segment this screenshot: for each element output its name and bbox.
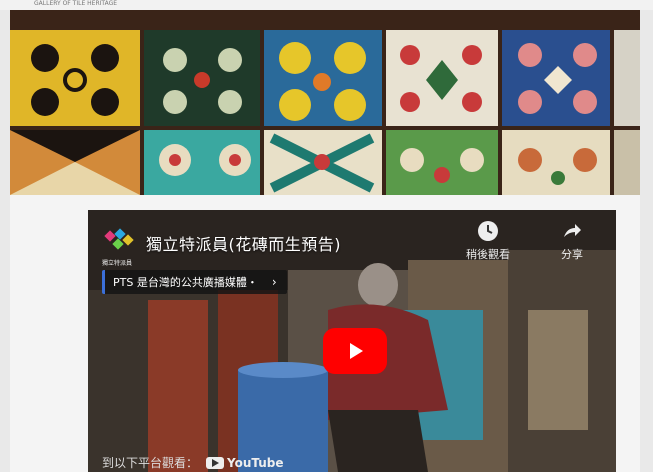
tile-cream-flower — [502, 130, 610, 195]
video-title[interactable]: 獨立特派員(花磚而生預告) — [146, 231, 341, 255]
tile-green-red — [386, 130, 498, 195]
video-header: 獨立特派員(花磚而生預告) — [102, 226, 341, 260]
pts-info-banner[interactable]: PTS 是台灣的公共廣播媒體・ › — [102, 270, 287, 294]
share-arrow-icon — [564, 224, 581, 237]
watch-on-platform: 到以下平台觀看： YouTube — [102, 454, 284, 471]
watch-on-text: 到以下平台觀看： — [102, 456, 199, 470]
channel-logo-caption: 獨立特派員 — [102, 260, 133, 267]
tile-blue-pink — [502, 30, 610, 126]
clock-icon — [478, 221, 498, 241]
page-header-strip: GALLERY OF TILE HERITAGE — [0, 0, 653, 10]
tile-white-red — [386, 30, 498, 126]
share-button[interactable]: 分享 — [542, 220, 602, 262]
tile-teal-cross — [264, 130, 382, 195]
watch-later-button[interactable]: 稍後觀看 — [458, 220, 518, 262]
pts-banner-text: PTS 是台灣的公共廣播媒體・ — [113, 276, 258, 289]
tile-green-black — [144, 30, 260, 126]
share-label: 分享 — [561, 248, 583, 261]
youtube-icon — [206, 456, 225, 469]
video-player[interactable]: 獨立特派員(花磚而生預告) 獨立特派員 稍後觀看 分享 PTS 是台灣的公共廣播… — [88, 210, 616, 472]
tile-geometric-orange — [10, 130, 140, 195]
watch-later-label: 稍後觀看 — [466, 248, 510, 261]
tile-teal-flower — [144, 130, 260, 195]
play-icon — [350, 343, 363, 359]
tile-banner-image — [10, 10, 640, 195]
tiny-header-text: GALLERY OF TILE HERITAGE — [34, 0, 118, 7]
play-button[interactable] — [323, 328, 387, 374]
youtube-label: YouTube — [227, 455, 284, 470]
channel-logo-icon[interactable] — [102, 226, 136, 260]
youtube-link[interactable]: YouTube — [206, 456, 284, 470]
tile-collage — [10, 10, 640, 195]
tile-blue-yellow — [264, 30, 382, 126]
screen-photo: GALLERY OF TILE HERITAGE 獨立特派員(花磚而生預告) 獨… — [0, 0, 653, 472]
chevron-right-icon: › — [271, 275, 277, 289]
tile-yellow-black — [10, 30, 140, 126]
